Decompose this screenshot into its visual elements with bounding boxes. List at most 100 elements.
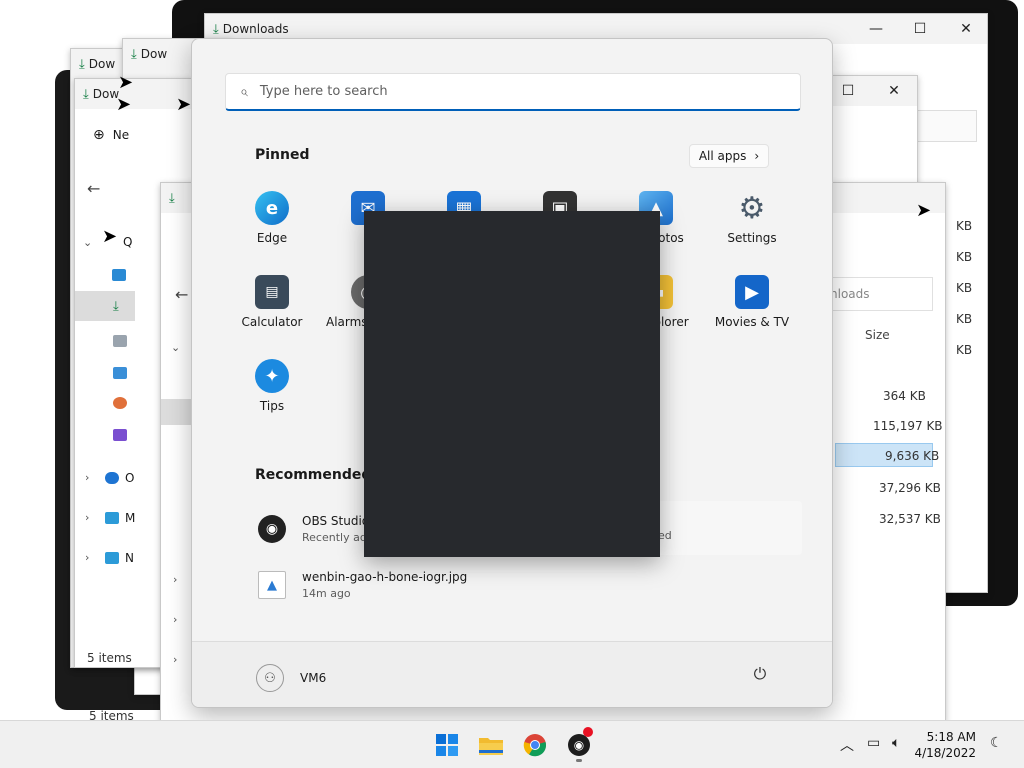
file-size: 32,537 KB <box>879 512 941 526</box>
mouse-cursor-icon: ➤ <box>102 226 118 247</box>
new-button-label: Ne <box>112 128 130 142</box>
user-account-button[interactable]: ⚇ VM6 <box>256 664 326 692</box>
file-size-fragment: KB <box>956 250 973 264</box>
mouse-cursor-icon: ➤ <box>176 94 192 115</box>
chrome-taskbar-button[interactable] <box>515 727 555 763</box>
gear-icon: ⚙ <box>738 190 766 226</box>
file-size: 9,636 KB <box>885 449 940 463</box>
download-icon: ⤓ <box>213 21 219 37</box>
recommended-name: wenbin-gao-h-bone-iogr.jpg <box>302 570 468 584</box>
all-apps-label: All apps <box>698 149 747 163</box>
film-icon: ▶ <box>735 275 769 309</box>
nav-label-onedrive: O <box>125 471 135 485</box>
close-button[interactable]: ✕ <box>943 14 989 44</box>
size-column-header[interactable]: Size <box>865 328 890 342</box>
chevron-up-icon[interactable]: ︿ <box>840 735 854 755</box>
obs-icon: ◉ <box>568 734 590 756</box>
monitor-icon <box>105 512 119 524</box>
volume-icon[interactable]: 🔈︎ <box>892 735 900 751</box>
file-size-fragment: KB <box>956 312 973 326</box>
recommended-subtitle: Recently ad <box>302 531 367 544</box>
clock-date: 4/18/2022 <box>914 746 976 760</box>
obs-icon: ◉ <box>258 515 286 543</box>
window-title-short: Dow <box>88 57 116 71</box>
mouse-cursor-icon: ➤ <box>916 200 932 221</box>
address-text: nloads <box>830 287 870 301</box>
folder-icon <box>479 738 503 755</box>
download-icon: ⤓ <box>131 46 137 62</box>
pinned-app-settings[interactable]: ⚙ Settings <box>704 191 800 263</box>
file-size: 37,296 KB <box>879 481 941 495</box>
chevron-right-icon[interactable]: › <box>173 573 177 586</box>
nav-label-thispc: M <box>125 511 136 525</box>
pinned-app-edge[interactable]: e Edge <box>224 191 320 263</box>
address-field[interactable]: nloads <box>821 277 933 311</box>
nav-label: Q <box>123 235 133 249</box>
chevron-down-icon[interactable]: ⌄ <box>171 341 180 354</box>
back-arrow-icon[interactable]: ← <box>175 285 188 304</box>
download-icon: ⤓ <box>83 86 89 102</box>
app-label: Edge <box>256 231 288 245</box>
pinned-app-tips[interactable]: ✦ Tips <box>224 359 320 431</box>
mouse-cursor-icon: ➤ <box>118 72 134 93</box>
download-icon: ⤓ <box>79 56 85 72</box>
app-label: Tips <box>259 399 285 413</box>
windows-logo-icon <box>436 734 458 756</box>
chrome-icon <box>523 734 547 757</box>
chevron-right-icon[interactable]: › <box>173 613 177 626</box>
power-icon: ⏻ <box>753 664 767 683</box>
status-items: 5 items <box>89 709 134 720</box>
image-file-icon: ▲ <box>258 571 286 599</box>
start-footer: ⚇ VM6 ⏻ <box>192 641 832 707</box>
obs-taskbar-button[interactable]: ◉ <box>559 727 599 763</box>
chevron-down-icon[interactable]: ⌄ <box>83 236 92 249</box>
lightbulb-icon: ✦ <box>255 359 289 393</box>
back-arrow-icon[interactable]: ← <box>87 179 100 198</box>
network-icon[interactable]: ▭ <box>867 735 880 751</box>
plus-icon: ⊕ <box>93 127 105 143</box>
recommended-item-image[interactable]: ▲ wenbin-gao-h-bone-iogr.jpg 14m ago <box>258 562 467 608</box>
chevron-right-icon[interactable]: › <box>85 511 89 524</box>
app-label: Settings <box>727 231 777 245</box>
recommended-item-obs[interactable]: ◉ OBS Studio Recently ad <box>258 506 369 552</box>
chevron-right-icon[interactable]: › <box>85 551 89 564</box>
app-label: Calculator <box>241 315 303 329</box>
pinned-app-calculator[interactable]: ▤ Calculator <box>224 275 320 347</box>
maximize-button[interactable]: ☐ <box>897 14 943 44</box>
download-icon: ⤓ <box>113 299 119 314</box>
file-explorer-taskbar-button[interactable] <box>471 727 511 763</box>
status-items: 5 items <box>87 651 132 665</box>
recommended-subtitle: 14m ago <box>302 587 351 600</box>
documents-icon <box>113 335 127 347</box>
search-icon: ⌕ <box>240 83 248 100</box>
edge-icon: e <box>255 191 289 225</box>
search-box[interactable]: ⌕ Type here to search <box>225 73 801 111</box>
window-title: Downloads <box>222 22 289 36</box>
mouse-cursor-icon: ➤ <box>116 94 132 115</box>
recommended-item-hover[interactable]: ed <box>648 501 802 555</box>
all-apps-button[interactable]: All apps › <box>689 144 769 168</box>
address-bar[interactable] <box>917 110 977 142</box>
pinned-app-movies-tv[interactable]: ▶ Movies & TV <box>704 275 800 347</box>
focus-assist-icon[interactable]: ☾ <box>990 735 1003 751</box>
nav-item-quick[interactable]: Q <box>123 235 132 249</box>
start-button[interactable] <box>427 727 467 763</box>
chevron-right-icon[interactable]: › <box>173 653 177 666</box>
recommended-fragment: ed <box>658 529 672 542</box>
new-button[interactable]: ⊕ Ne <box>93 127 129 143</box>
network-icon <box>105 552 119 564</box>
recording-badge <box>583 727 593 737</box>
clock[interactable]: 5:18 AM 4/18/2022 <box>914 729 976 761</box>
minimize-button[interactable]: — <box>853 14 899 44</box>
close-button[interactable]: ✕ <box>871 76 917 106</box>
pictures-icon <box>113 367 127 379</box>
recommended-name: OBS Studio <box>302 514 370 528</box>
recommended-heading: Recommended <box>255 467 372 483</box>
dark-overlay-panel <box>364 211 660 557</box>
power-button[interactable]: ⏻ <box>750 664 770 684</box>
onedrive-icon <box>105 472 119 484</box>
calculator-icon: ▤ <box>255 275 289 309</box>
pinned-heading: Pinned <box>255 147 310 163</box>
chevron-right-icon[interactable]: › <box>85 471 89 484</box>
music-icon <box>113 397 127 409</box>
